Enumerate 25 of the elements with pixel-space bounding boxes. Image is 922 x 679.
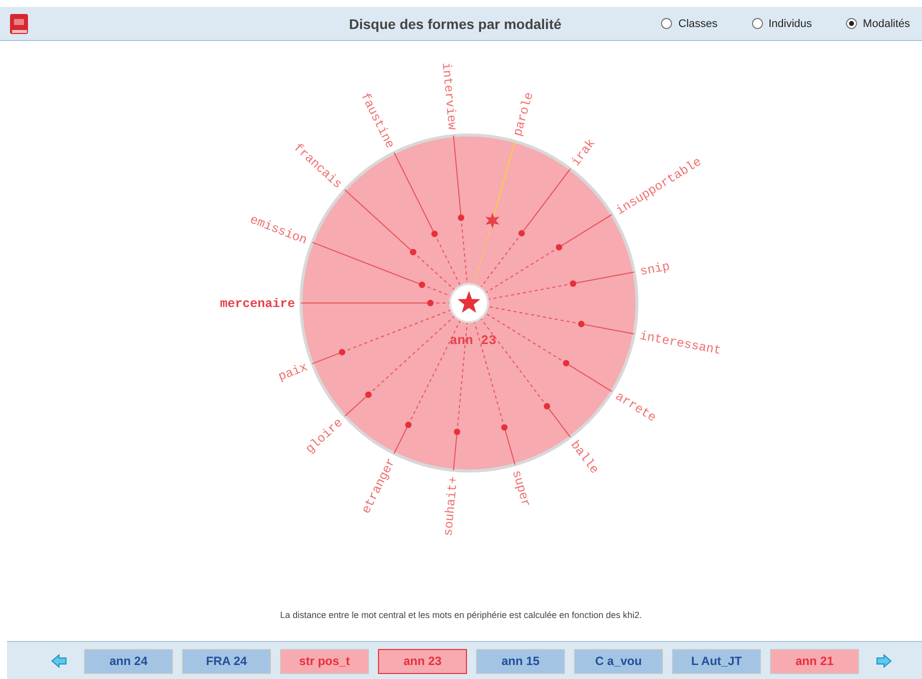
modality-button[interactable]: L Aut_JT bbox=[672, 648, 761, 674]
radio-option[interactable]: Classes bbox=[661, 18, 718, 30]
arrow-right-icon[interactable] bbox=[876, 654, 892, 668]
book-icon bbox=[9, 12, 29, 34]
modality-button[interactable]: ann 21 bbox=[770, 648, 859, 674]
center-label: ann 23 bbox=[450, 333, 496, 348]
modality-button[interactable]: ann 24 bbox=[84, 648, 173, 674]
word-label: mercenaire bbox=[220, 297, 295, 311]
word-label: super bbox=[508, 468, 533, 509]
star-icon bbox=[458, 291, 480, 313]
radio-option[interactable]: Modalités bbox=[846, 18, 910, 30]
word-label: parole bbox=[510, 90, 537, 138]
modality-button[interactable]: ann 23 bbox=[378, 648, 467, 674]
modality-button[interactable]: ann 15 bbox=[476, 648, 565, 674]
caption-text: La distance entre le mot central et les mots en périphérie est calculée en fonction des khi2. bbox=[279, 609, 643, 622]
arrow-left-icon[interactable] bbox=[51, 654, 67, 668]
modality-button[interactable]: FRA 24 bbox=[182, 648, 271, 674]
radio-option[interactable]: Individus bbox=[752, 18, 812, 30]
word-label: snip bbox=[638, 260, 671, 279]
word-label: souhait+ bbox=[441, 476, 461, 537]
word-label: paix bbox=[276, 360, 310, 384]
modality-button[interactable]: str pos_t bbox=[280, 648, 369, 674]
window-title: Disque des formes par modalité bbox=[349, 16, 562, 32]
modality-button[interactable]: C a_vou bbox=[574, 648, 663, 674]
word-label: interview bbox=[438, 62, 459, 130]
